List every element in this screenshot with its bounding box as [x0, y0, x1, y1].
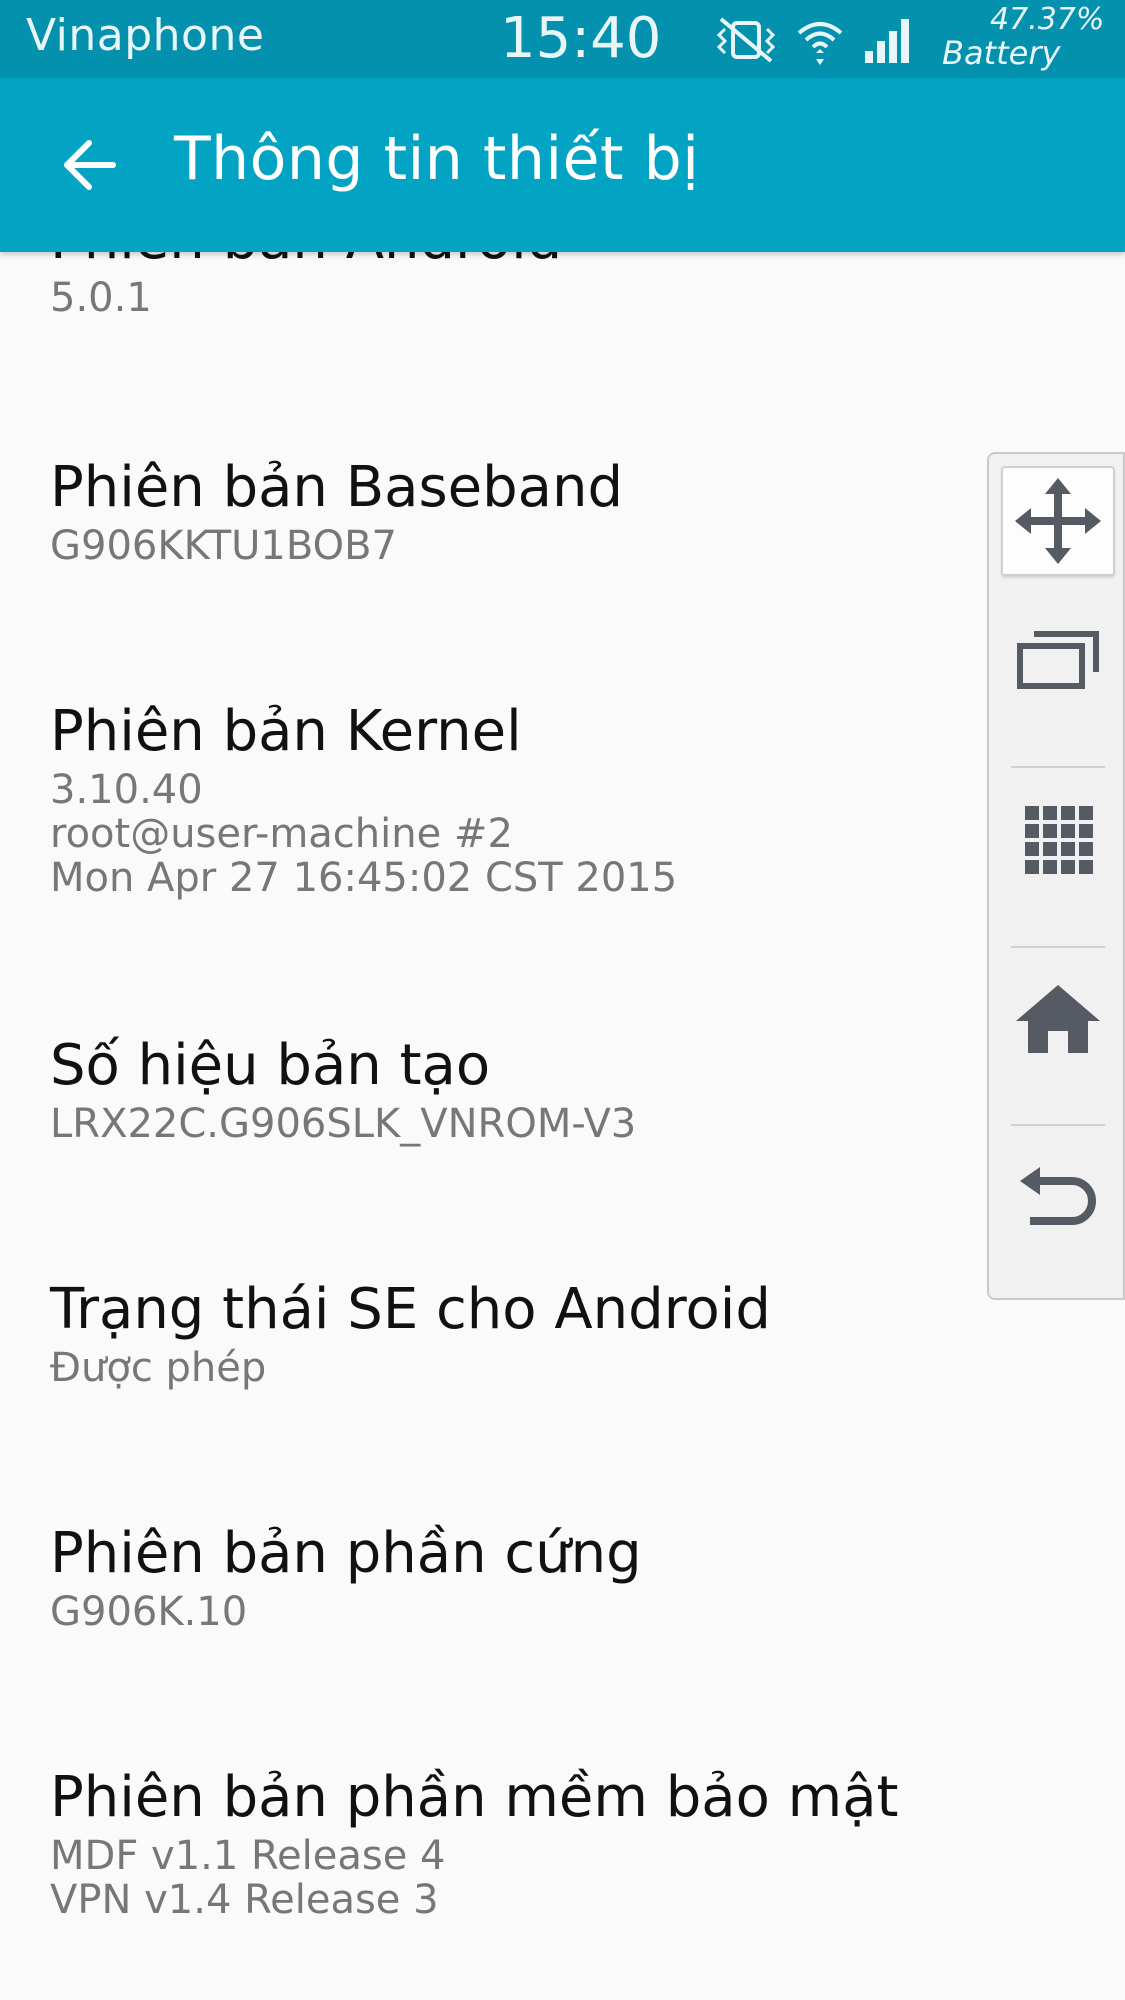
- item-title: Số hiệu bản tạo: [50, 1033, 491, 1098]
- page-title: Thông tin thiết bị: [174, 124, 700, 194]
- item-value: Được phép: [50, 1345, 267, 1391]
- recent-apps-icon: [1017, 631, 1099, 689]
- move-icon: [1015, 478, 1101, 564]
- back-nav-button[interactable]: [1001, 1144, 1115, 1254]
- vibrate-mute-icon: [715, 15, 777, 65]
- item-value-line: VPN v1.4 Release 3: [50, 1877, 439, 1923]
- carrier-name: Vinaphone: [26, 10, 265, 61]
- status-bar: Vinaphone 15:40 47.37% Battery: [0, 0, 1125, 78]
- apps-grid-icon: [1025, 806, 1093, 874]
- item-title: Phiên bản phần mềm bảo mật: [50, 1765, 899, 1830]
- apps-grid-button[interactable]: [1001, 784, 1115, 894]
- list-item-build-number[interactable]: Số hiệu bản tạo LRX22C.G906SLK_VNROM-V3: [50, 1030, 636, 1146]
- item-title: Phiên bản Kernel: [50, 699, 522, 764]
- item-title: Trạng thái SE cho Android: [50, 1277, 771, 1342]
- back-icon: [1020, 1167, 1096, 1225]
- item-value: LRX22C.G906SLK_VNROM-V3: [50, 1101, 637, 1147]
- item-title: Phiên bản phần cứng: [50, 1521, 642, 1586]
- panel-divider: [1011, 766, 1105, 768]
- signal-icon: [863, 15, 915, 65]
- status-icons: [715, 14, 915, 66]
- item-value-line: 3.10.40: [50, 767, 203, 813]
- item-value: G906KKTU1BOB7: [50, 523, 397, 569]
- arrow-left-icon: [64, 140, 116, 190]
- list-item-security-software-version[interactable]: Phiên bản phần mềm bảo mật MDF v1.1 Rele…: [50, 1762, 898, 1922]
- item-title: Phiên bản Baseband: [50, 455, 623, 520]
- list-item-kernel-version[interactable]: Phiên bản Kernel 3.10.40 root@user-machi…: [50, 696, 677, 900]
- back-button[interactable]: [44, 120, 134, 210]
- device-info-list: Phiên bản Android 5.0.1 Phiên bản Baseba…: [0, 252, 1125, 2000]
- move-panel-button[interactable]: [1001, 466, 1115, 576]
- item-value-line: root@user-machine #2: [50, 811, 513, 857]
- assistant-menu-panel: [987, 452, 1125, 1300]
- status-clock: 15:40: [500, 6, 662, 71]
- battery-label: Battery: [942, 34, 1061, 72]
- battery-indicator: 47.37% Battery: [938, 0, 1118, 78]
- list-item-baseband-version[interactable]: Phiên bản Baseband G906KKTU1BOB7: [50, 452, 623, 568]
- item-value-line: MDF v1.1 Release 4: [50, 1833, 446, 1879]
- panel-divider: [1011, 1124, 1105, 1126]
- list-item-android-version[interactable]: Phiên bản Android 5.0.1: [50, 252, 562, 320]
- home-button[interactable]: [1001, 964, 1115, 1074]
- home-icon: [1016, 985, 1100, 1053]
- item-value: G906K.10: [50, 1589, 248, 1635]
- battery-percent: 47.37%: [990, 2, 1105, 37]
- wifi-icon: [795, 15, 845, 65]
- item-value: 5.0.1: [50, 275, 152, 321]
- list-item-hardware-version[interactable]: Phiên bản phần cứng G906K.10: [50, 1518, 642, 1634]
- app-bar: Thông tin thiết bị: [0, 78, 1125, 252]
- panel-divider: [1011, 946, 1105, 948]
- item-title: Phiên bản Android: [50, 252, 562, 276]
- recent-apps-button[interactable]: [1001, 604, 1115, 714]
- item-value-line: Mon Apr 27 16:45:02 CST 2015: [50, 855, 678, 901]
- list-item-se-android-status[interactable]: Trạng thái SE cho Android Được phép: [50, 1274, 771, 1390]
